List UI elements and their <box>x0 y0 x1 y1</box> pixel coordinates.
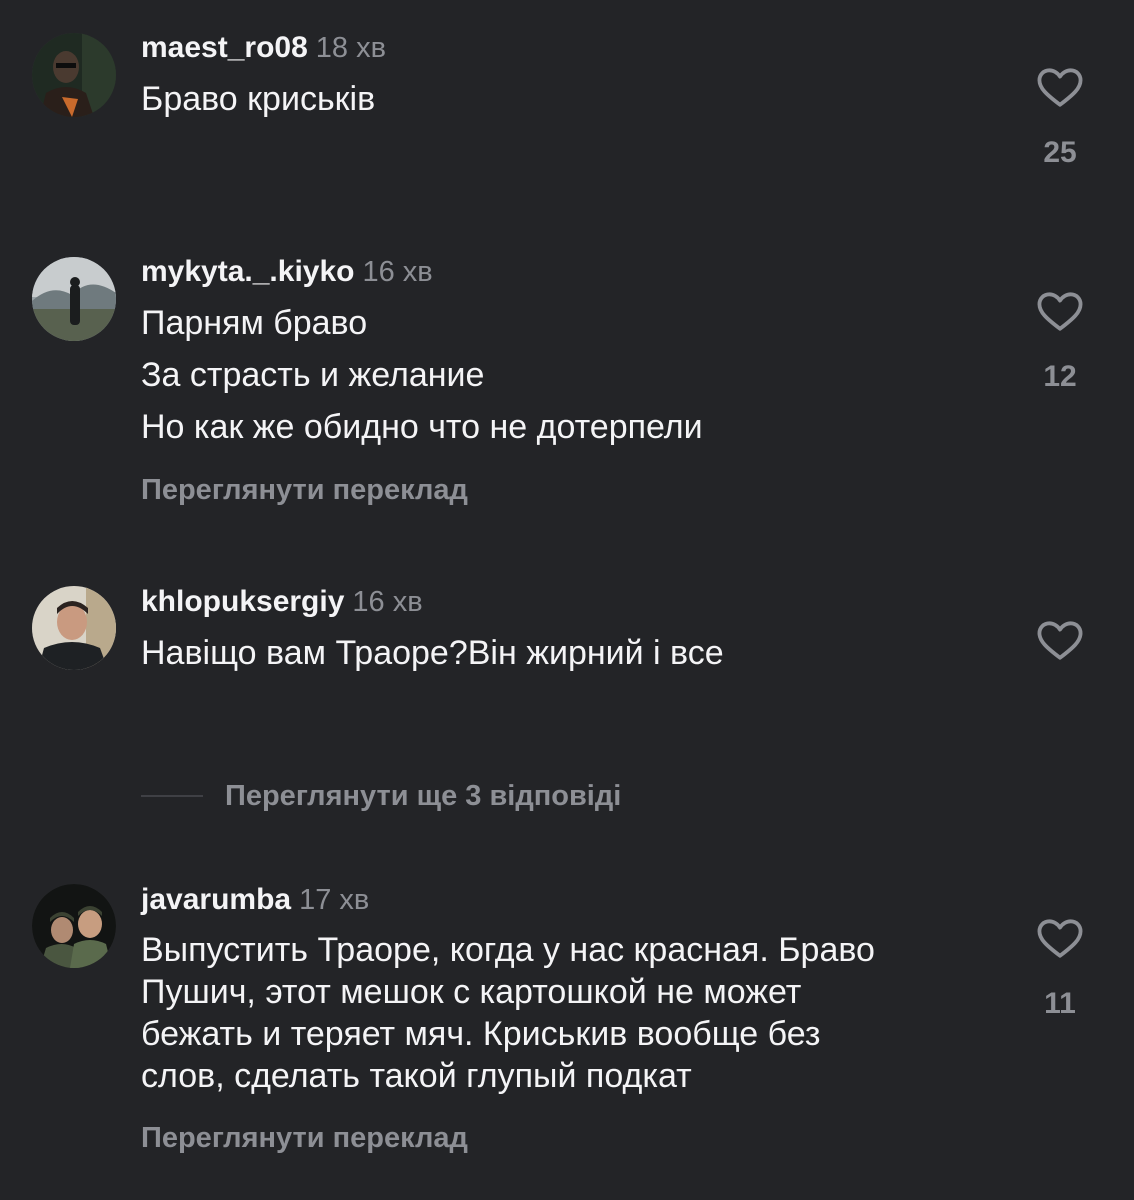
timestamp: 18 хв <box>315 32 387 64</box>
view-translation-link[interactable]: Переглянути переклад <box>141 1120 468 1156</box>
heart-outline-icon <box>1037 919 1083 958</box>
view-replies-label: Переглянути ще 3 відповіді <box>225 780 622 812</box>
comment-line: Выпустить Траоре, когда у нас красная. Б… <box>141 931 875 969</box>
comment-line: За страсть и желание <box>141 356 485 394</box>
heart-outline-icon <box>1037 68 1083 107</box>
heart-outline-icon <box>1037 292 1083 331</box>
view-replies-link[interactable]: Переглянути ще 3 відповіді <box>141 776 621 816</box>
comment-line: Браво криськів <box>141 80 376 118</box>
username[interactable]: mykyta._.kiyko <box>141 255 354 288</box>
comment-line: Навіщо вам Траоре?Він жирний і все <box>141 634 724 672</box>
like-button[interactable]: 25 <box>1030 68 1090 168</box>
comment-meta: khlopuksergiy 16 хв <box>141 585 423 619</box>
like-button[interactable]: 12 <box>1030 292 1090 392</box>
avatar[interactable] <box>32 257 116 341</box>
comment-text: Навіщо вам Траоре?Він жирний і все <box>141 627 724 679</box>
comment-line: Пушич, этот мешок с картошкой не может <box>141 973 802 1011</box>
comment-text: Браво криськів <box>141 73 375 125</box>
view-translation-link[interactable]: Переглянути переклад <box>141 472 468 508</box>
comment-line: Парням браво <box>141 304 368 342</box>
like-count: 11 <box>1044 987 1076 1020</box>
replies-divider <box>141 795 203 797</box>
username[interactable]: maest_ro08 <box>141 31 308 64</box>
username[interactable]: javarumba <box>141 883 291 916</box>
heart-outline-icon <box>1037 621 1083 660</box>
timestamp: 16 хв <box>352 586 423 618</box>
comment-meta: maest_ro08 18 хв <box>141 31 387 65</box>
dark-portrait-avatar-icon <box>32 33 116 117</box>
comment-text: Парням браво За страсть и желание Но как… <box>141 297 703 453</box>
comment-line: Но как же обидно что не дотерпели <box>141 408 703 446</box>
avatar[interactable] <box>32 884 116 968</box>
avatar[interactable] <box>32 586 116 670</box>
like-count: 12 <box>1043 360 1077 393</box>
comment-line: слов, сделать такой глупый подкат <box>141 1057 692 1095</box>
timestamp: 16 хв <box>362 256 433 288</box>
like-button[interactable]: 11 <box>1030 919 1090 1019</box>
like-count: 25 <box>1043 136 1077 169</box>
comment-text: Выпустить Траоре, когда у нас красная. Б… <box>141 929 875 1097</box>
two-soldiers-avatar-icon <box>32 884 116 968</box>
landscape-silhouette-avatar-icon <box>32 257 116 341</box>
comment-meta: mykyta._.kiyko 16 хв <box>141 255 433 289</box>
username[interactable]: khlopuksergiy <box>141 585 344 618</box>
comment-meta: javarumba 17 хв <box>141 883 370 917</box>
selfie-avatar-icon <box>32 586 116 670</box>
like-button[interactable] <box>1030 621 1090 691</box>
comment-line: бежать и теряет мяч. Криськив вообще без <box>141 1015 821 1053</box>
avatar[interactable] <box>32 33 116 117</box>
timestamp: 17 хв <box>299 884 370 916</box>
